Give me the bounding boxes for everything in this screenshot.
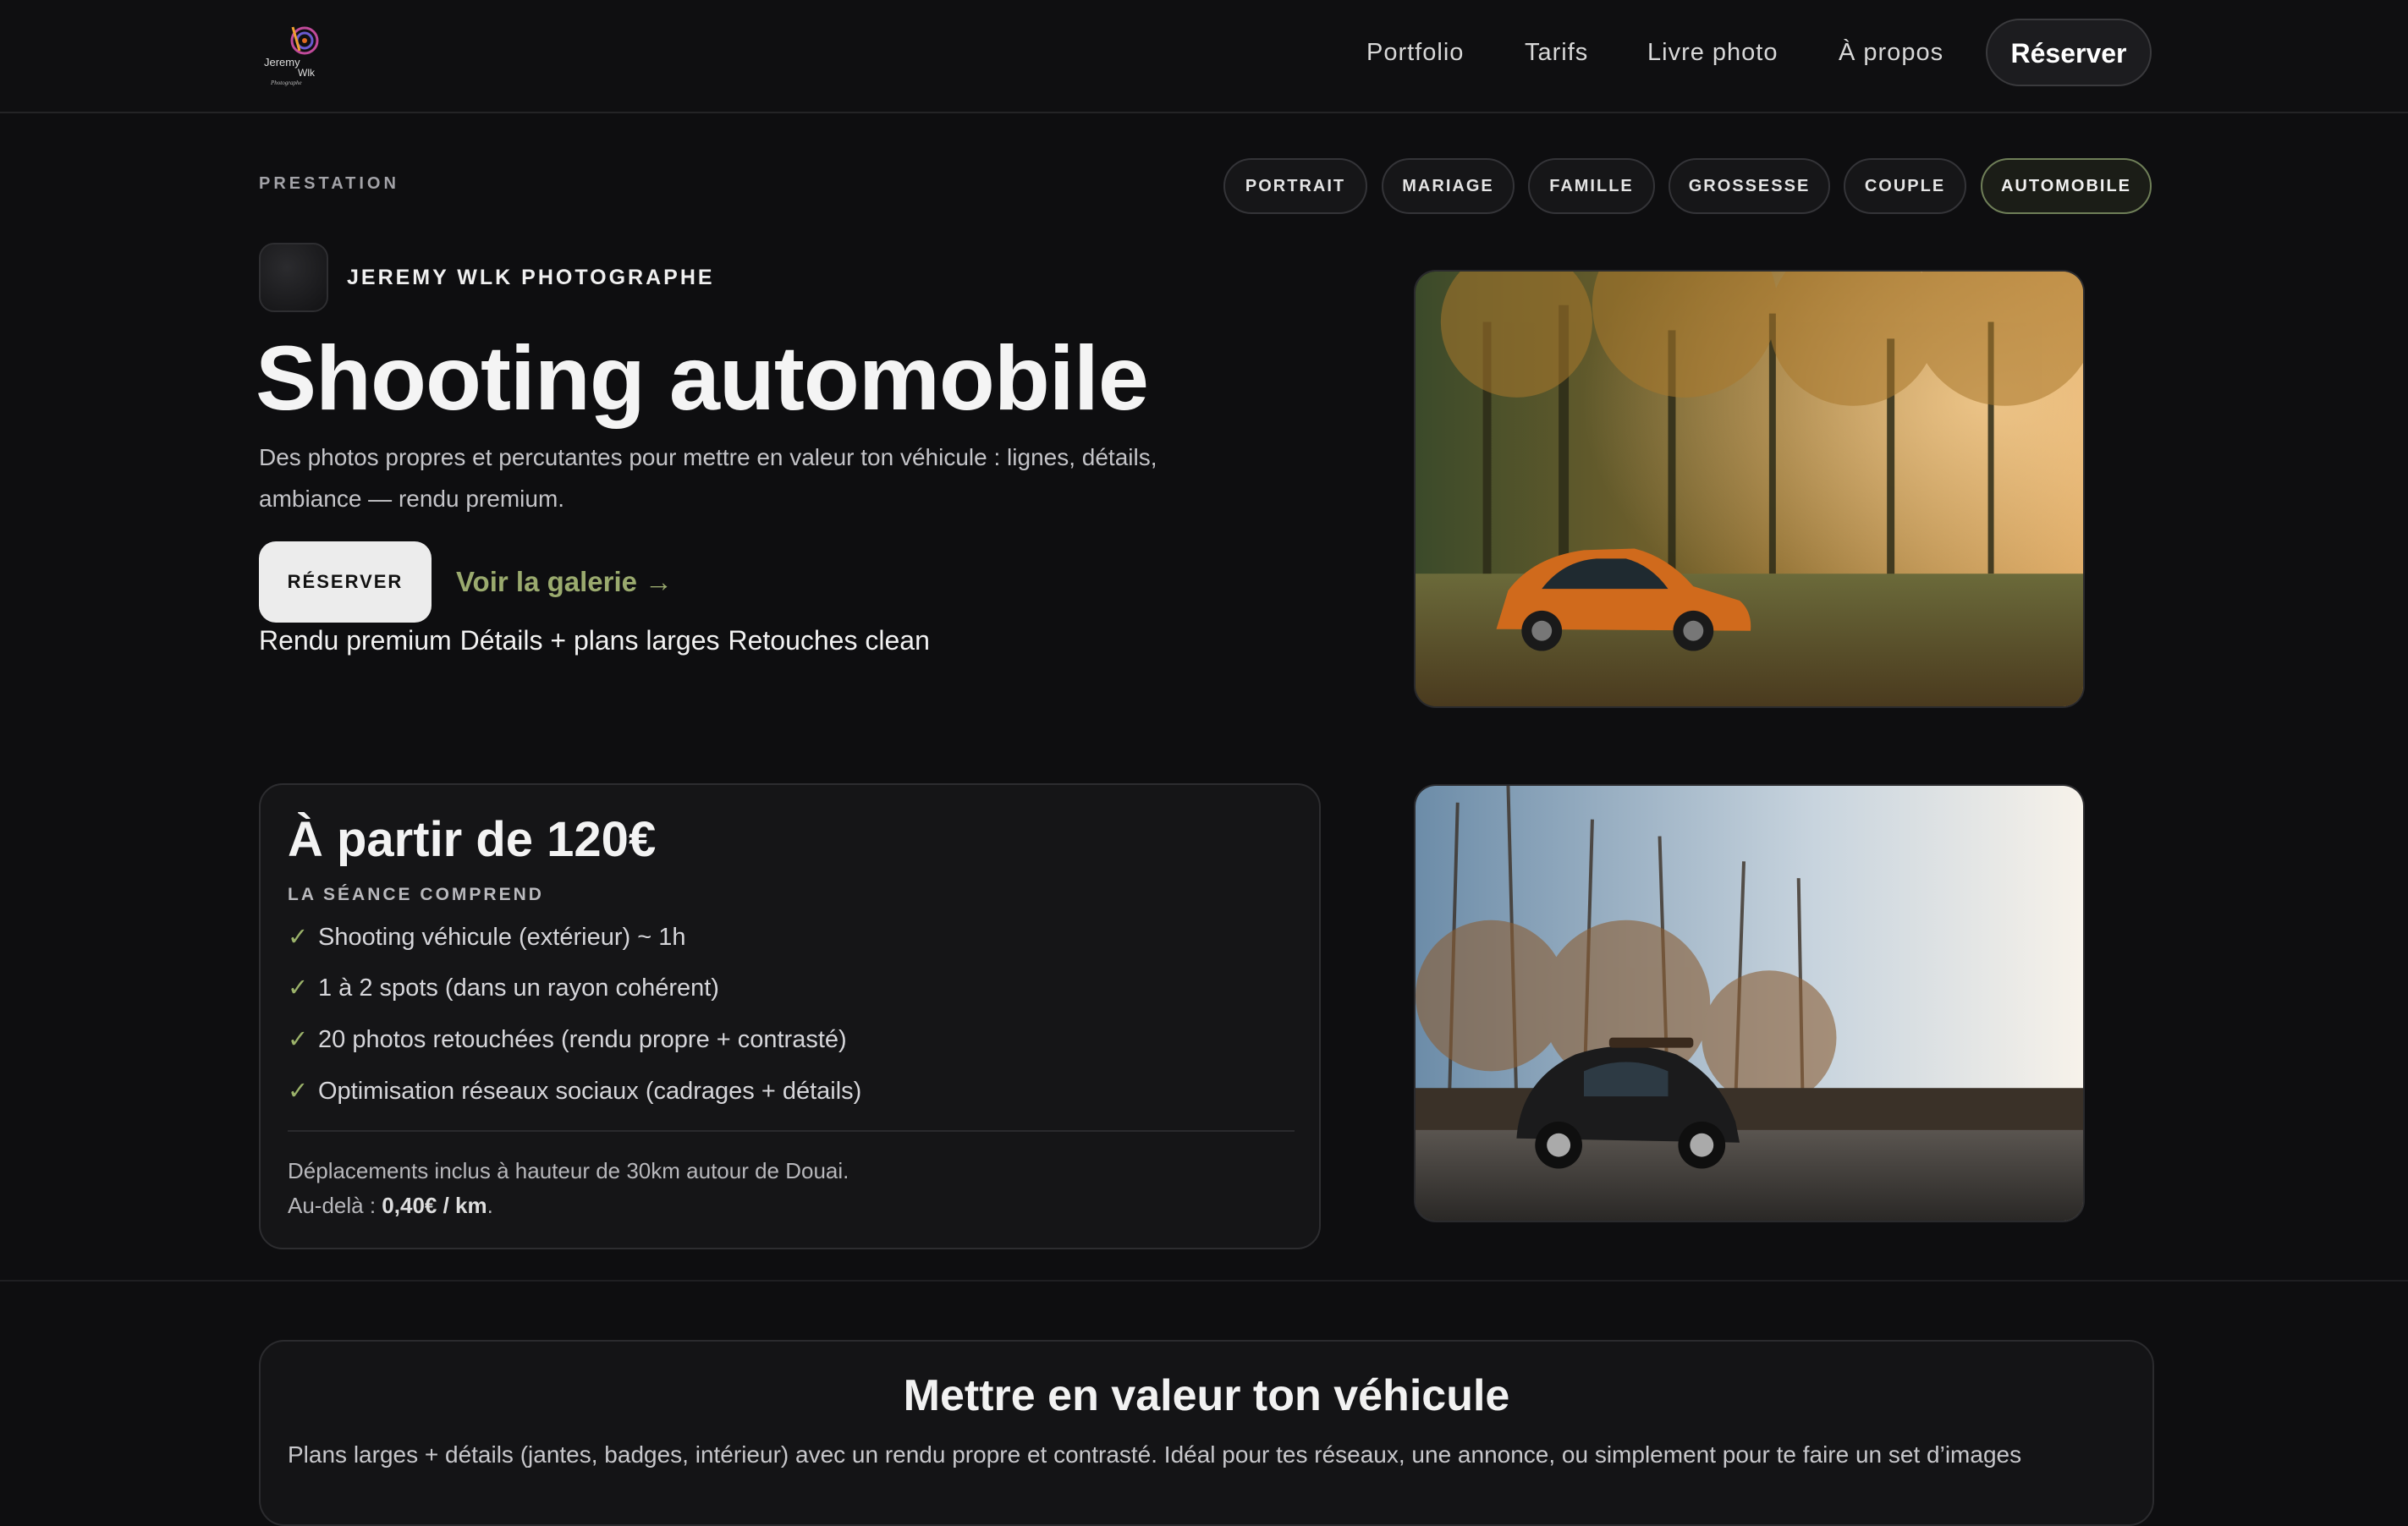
pricing-card: À partir de 120€ LA SÉANCE COMPREND ✓ Sho… bbox=[259, 783, 1321, 1249]
extra-prefix: Au-delà : bbox=[288, 1193, 382, 1218]
nav-livre-photo[interactable]: Livre photo bbox=[1647, 37, 1779, 68]
feature-text: 1 à 2 spots (dans un rayon cohérent) bbox=[318, 974, 719, 1002]
category-portrait[interactable]: PORTRAIT bbox=[1223, 158, 1367, 214]
extra-price: 0,40€ / km bbox=[382, 1193, 487, 1218]
category-mariage[interactable]: MARIAGE bbox=[1382, 158, 1515, 214]
feature-item: ✓ Shooting véhicule (extérieur) ~ 1h bbox=[288, 920, 685, 954]
extra-suffix: . bbox=[487, 1193, 493, 1218]
logo-mark-icon: Jeremy Wlk Photographe bbox=[264, 26, 319, 86]
section-eyebrow: PRESTATION bbox=[259, 174, 399, 193]
logo-text-1: Jeremy bbox=[264, 56, 300, 69]
tag-details-plans: Détails + plans larges bbox=[459, 625, 720, 656]
check-icon: ✓ bbox=[288, 1026, 309, 1053]
beetle-car-photo bbox=[1414, 784, 2085, 1222]
price-title: À partir de 120€ bbox=[288, 812, 657, 867]
orange-car-photo bbox=[1414, 270, 2085, 708]
check-icon: ✓ bbox=[288, 924, 309, 951]
feature-text: Optimisation réseaux sociaux (cadrages +… bbox=[318, 1078, 862, 1105]
feature-item: ✓ 1 à 2 spots (dans un rayon cohérent) bbox=[288, 971, 719, 1005]
brand-name: JEREMY WLK PHOTOGRAPHE bbox=[347, 266, 715, 289]
site-logo[interactable]: Jeremy Wlk Photographe bbox=[259, 17, 325, 88]
extra-price-note: Au-delà : 0,40€ / km. bbox=[288, 1188, 493, 1222]
logo-text-2: Wlk bbox=[298, 67, 316, 79]
feature-item: ✓ 20 photos retouchées (rendu propre + co… bbox=[288, 1023, 847, 1057]
check-icon: ✓ bbox=[288, 1078, 309, 1105]
brand-avatar bbox=[259, 243, 328, 312]
feature-tags: Rendu premium Détails + plans larges Retou… bbox=[259, 623, 938, 658]
travel-note: Déplacements inclus à hauteur de 30km au… bbox=[288, 1158, 849, 1183]
category-grossesse[interactable]: GROSSESSE bbox=[1669, 158, 1830, 214]
nav-portfolio[interactable]: Portfolio bbox=[1366, 37, 1464, 68]
category-couple[interactable]: COUPLE bbox=[1844, 158, 1966, 214]
reserve-nav-button[interactable]: Réserver bbox=[1986, 19, 2152, 86]
value-section-card: Mettre en valeur ton véhicule Plans larg… bbox=[259, 1340, 2154, 1526]
category-famille[interactable]: FAMILLE bbox=[1528, 158, 1655, 214]
tag-retouches: Retouches clean bbox=[728, 625, 930, 656]
site-header: Jeremy Wlk Photographe Portfolio Tarifs … bbox=[0, 0, 2408, 113]
feature-item: ✓ Optimisation réseaux sociaux (cadrages … bbox=[288, 1074, 861, 1108]
page-title: Shooting automobile bbox=[256, 327, 1149, 429]
tag-rendu-premium: Rendu premium bbox=[259, 625, 452, 656]
section-divider bbox=[0, 1280, 2408, 1282]
category-automobile[interactable]: AUTOMOBILE bbox=[1981, 158, 2152, 214]
feature-text: Shooting véhicule (extérieur) ~ 1h bbox=[318, 924, 686, 951]
gallery-link[interactable]: Voir la galerie → bbox=[456, 565, 673, 599]
check-icon: ✓ bbox=[288, 974, 309, 1002]
section-text: Plans larges + détails (jantes, badges, … bbox=[288, 1441, 2022, 1468]
nav-tarifs[interactable]: Tarifs bbox=[1525, 37, 1588, 68]
hero-subtitle: Des photos propres et percutantes pour m… bbox=[259, 444, 1157, 512]
nav-a-propos[interactable]: À propos bbox=[1839, 37, 1943, 68]
reserve-button[interactable]: RÉSERVER bbox=[259, 541, 432, 623]
includes-label: LA SÉANCE COMPREND bbox=[288, 885, 544, 904]
section-title: Mettre en valeur ton véhicule bbox=[903, 1371, 1510, 1420]
logo-text-3: Photographe bbox=[270, 80, 302, 86]
feature-text: 20 photos retouchées (rendu propre + con… bbox=[318, 1026, 847, 1053]
card-divider bbox=[288, 1130, 1295, 1132]
